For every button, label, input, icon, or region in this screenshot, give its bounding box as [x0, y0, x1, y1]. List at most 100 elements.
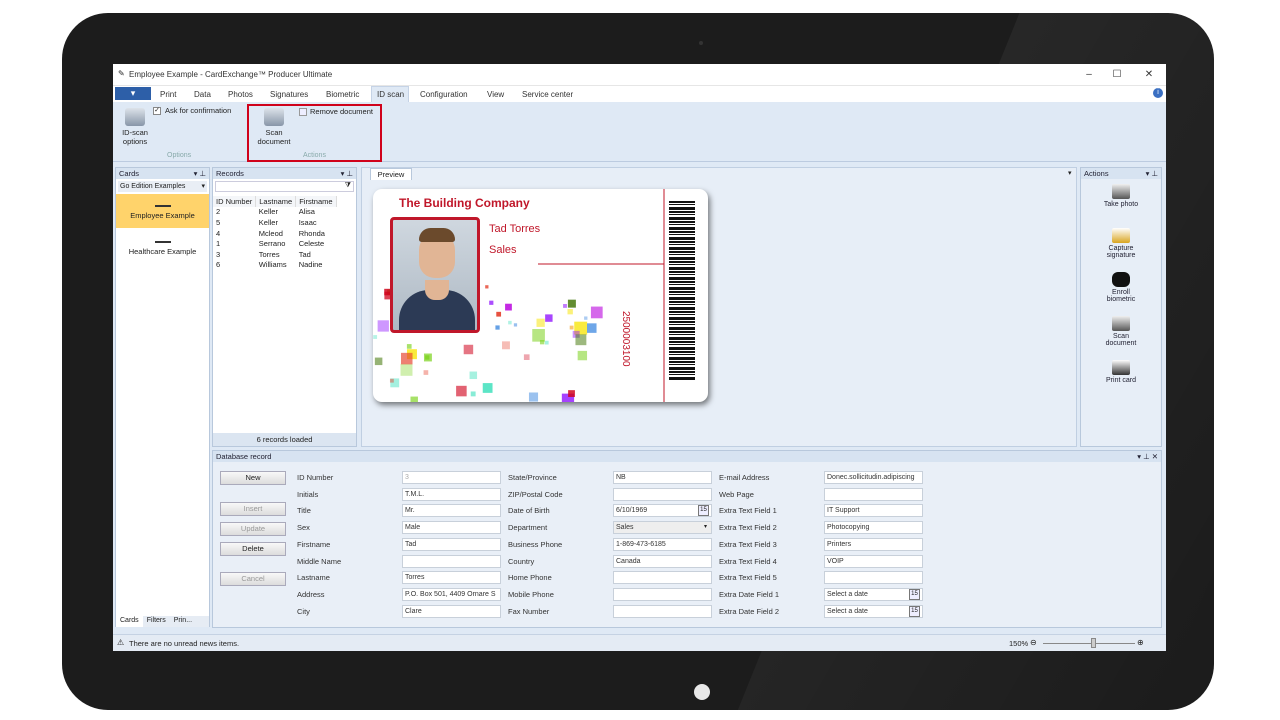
hand-pointer-icon — [1112, 272, 1130, 287]
tab-signatures[interactable]: Signatures — [270, 90, 308, 99]
preview-menu-icon[interactable]: ▾ — [1068, 169, 1072, 177]
field-input[interactable]: Clare — [402, 604, 501, 618]
decorative-square — [508, 320, 512, 325]
idscan-options-button[interactable]: ID-scan options — [119, 108, 151, 146]
tab-filters[interactable]: Filters — [143, 616, 170, 627]
decorative-square — [584, 316, 588, 320]
delete-button[interactable]: Delete — [220, 542, 286, 556]
filter-icon[interactable]: ⧩ — [345, 182, 351, 190]
scan-document-action-button[interactable]: Scan document — [1097, 316, 1145, 347]
zoom-out-icon[interactable]: ⊖ — [1030, 638, 1037, 647]
chevron-down-icon[interactable]: ▾ — [704, 523, 707, 530]
card-item-employee[interactable]: Employee Example — [116, 194, 209, 228]
field-input[interactable]: P.O. Box 501, 4409 Ornare S — [402, 587, 501, 601]
field-input[interactable]: IT Support — [824, 504, 923, 518]
field-input[interactable]: 3 — [402, 471, 501, 484]
field-input[interactable]: VOIP — [824, 554, 923, 568]
minimize-button[interactable]: – — [1079, 68, 1099, 82]
panel-pin-icon[interactable]: ▾ ⊥ — [194, 168, 206, 179]
column-header-lastname[interactable]: Lastname — [255, 196, 297, 207]
field-input[interactable]: Printers — [824, 537, 923, 551]
edition-dropdown[interactable]: Go Edition Examples ▾ — [118, 181, 207, 192]
table-row[interactable]: 2 Keller Alisa — [213, 207, 336, 218]
table-cell: Serrano — [258, 239, 286, 249]
zoom-slider-thumb[interactable] — [1091, 638, 1096, 648]
zoom-slider[interactable] — [1043, 643, 1135, 644]
field-input[interactable]: Male — [402, 521, 501, 535]
table-row[interactable]: 6 Williams Nadine — [213, 260, 336, 271]
field-input[interactable]: T.M.L. — [402, 487, 501, 501]
tab-view[interactable]: View — [487, 90, 504, 99]
field-input[interactable] — [824, 571, 923, 585]
signature-pen-icon — [1112, 228, 1130, 243]
table-row[interactable]: 3 Torres Tad — [213, 249, 336, 260]
field-input[interactable]: NB — [613, 471, 712, 484]
tab-biometric[interactable]: Biometric — [326, 90, 359, 99]
capture-signature-button[interactable]: Capture signature — [1097, 228, 1145, 259]
table-row[interactable]: 4 Mcleod Rhonda — [213, 228, 336, 239]
tab-data[interactable]: Data — [194, 90, 211, 99]
calendar-icon[interactable]: 15 — [909, 605, 920, 617]
file-menu-chevron-icon: ▾ — [130, 88, 136, 98]
decorative-square — [567, 309, 573, 315]
enroll-biometric-label: Enroll biometric — [1106, 289, 1136, 303]
field-input[interactable]: Canada — [613, 554, 712, 568]
field-input[interactable]: Tad — [402, 537, 501, 551]
table-cell: 2 — [216, 207, 221, 217]
file-menu-button[interactable]: ▾ — [115, 87, 151, 100]
cancel-button[interactable]: Cancel — [220, 572, 286, 586]
field-input[interactable]: Sales — [613, 521, 712, 535]
table-row[interactable]: 1 Serrano Celeste — [213, 238, 336, 249]
field-input[interactable]: 1-869-473-6185 — [613, 537, 712, 551]
enroll-biometric-button[interactable]: Enroll biometric — [1097, 272, 1145, 303]
panel-controls-icon[interactable]: ▾ ⊥ ✕ — [1137, 451, 1158, 462]
zoom-in-icon[interactable]: ⊕ — [1137, 638, 1144, 647]
field-input[interactable] — [613, 571, 712, 585]
decorative-square — [502, 341, 510, 350]
decorative-square — [469, 371, 478, 380]
home-button[interactable] — [694, 684, 710, 700]
calendar-icon[interactable]: 15 — [909, 588, 920, 600]
tab-configuration[interactable]: Configuration — [420, 90, 468, 99]
field-input[interactable]: Torres — [402, 571, 501, 585]
tab-print[interactable]: Print — [160, 90, 176, 99]
table-row[interactable]: 5 Keller Isaac — [213, 217, 336, 228]
field-input[interactable]: Mr. — [402, 504, 501, 518]
records-panel-header: Records ▾ ⊥ — [213, 168, 356, 179]
decorative-square — [505, 303, 512, 311]
field-input[interactable] — [613, 487, 712, 501]
decorative-square — [567, 299, 576, 308]
tab-service-center[interactable]: Service center — [522, 90, 573, 99]
field-input[interactable] — [402, 554, 501, 568]
field-input[interactable]: Photocopying — [824, 521, 923, 535]
update-button[interactable]: Update — [220, 522, 286, 536]
field-input[interactable] — [613, 587, 712, 601]
records-search-input[interactable]: ⧩ — [215, 181, 354, 192]
decorative-square — [513, 323, 518, 327]
maximize-button[interactable]: ☐ — [1107, 68, 1127, 82]
calendar-icon[interactable]: 15 — [698, 505, 709, 517]
card-item-healthcare[interactable]: Healthcare Example — [116, 230, 209, 264]
scanner-icon — [1112, 316, 1130, 331]
field-input[interactable] — [824, 487, 923, 501]
field-input[interactable] — [613, 604, 712, 618]
column-header-id[interactable]: ID Number — [213, 196, 257, 207]
insert-button[interactable]: Insert — [220, 502, 286, 516]
tab-photos[interactable]: Photos — [228, 90, 253, 99]
close-button[interactable]: ✕ — [1139, 68, 1159, 82]
new-button[interactable]: New — [220, 471, 286, 485]
field-input[interactable]: Donec.sollicitudin.adipiscing — [824, 471, 923, 484]
panel-pin-icon[interactable]: ▾ ⊥ — [1146, 168, 1158, 179]
print-card-label: Print card — [1106, 377, 1136, 384]
ask-confirmation-checkbox[interactable]: ✓ Ask for confirmation — [153, 106, 231, 115]
help-icon[interactable]: i — [1153, 88, 1163, 98]
column-header-firstname[interactable]: Firstname — [295, 196, 337, 207]
print-card-button[interactable]: Print card — [1097, 360, 1145, 384]
tab-id-scan[interactable]: ID scan — [377, 90, 404, 99]
tab-preview[interactable]: Preview — [370, 168, 412, 180]
take-photo-button[interactable]: Take photo — [1097, 184, 1145, 208]
tab-print-queue[interactable]: Prin... — [170, 616, 196, 627]
tab-cards[interactable]: Cards — [116, 616, 143, 627]
panel-pin-icon[interactable]: ▾ ⊥ — [341, 168, 353, 179]
menu-bar: ▾ Print Data Photos Signatures Biometric… — [113, 86, 1166, 102]
